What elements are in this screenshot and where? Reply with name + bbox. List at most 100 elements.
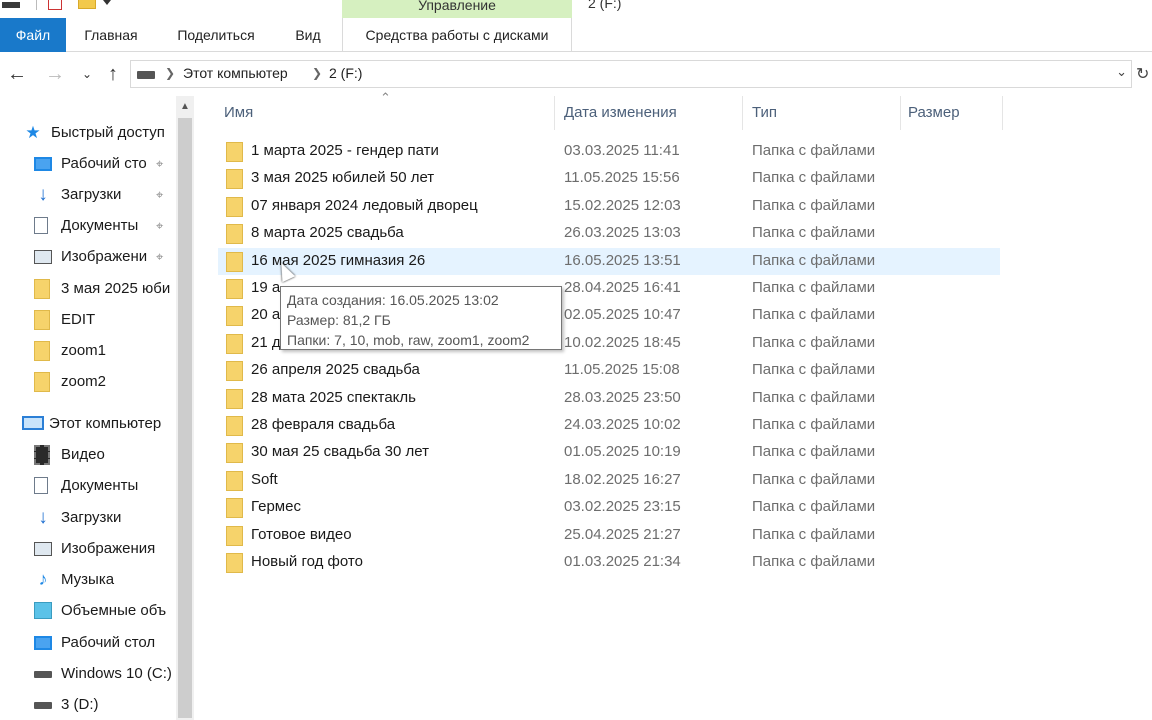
file-row[interactable]: Soft 18.02.2025 16:27 Папка с файлами — [218, 467, 1000, 494]
column-header-date[interactable]: Дата изменения — [564, 96, 677, 130]
documents-icon — [34, 217, 48, 234]
drive-icon — [34, 702, 52, 709]
file-row[interactable]: 26 апреля 2025 свадьба 11.05.2025 15:08 Па… — [218, 357, 1000, 384]
new-folder-icon[interactable] — [78, 0, 96, 9]
folder-icon — [226, 416, 243, 436]
pin-icon[interactable]: ⌖ — [156, 156, 163, 172]
file-type: Папка с файлами — [752, 279, 876, 296]
tab-share[interactable]: Поделиться — [160, 18, 272, 52]
navigation-pane: ★ Быстрый доступ Рабочий сто ⌖ ↓ Загрузки ⌖ Док… — [0, 96, 176, 720]
file-row[interactable]: Готовое видео 25.04.2025 21:27 Папка с фай… — [218, 522, 1000, 549]
folder-icon — [34, 372, 50, 392]
sidebar-item[interactable]: Рабочий стол — [0, 628, 176, 658]
folder-icon — [226, 142, 243, 162]
sidebar-item-label: Рабочий стол — [61, 634, 156, 651]
folder-icon — [226, 196, 243, 217]
address-dropdown-icon[interactable]: ⌄ — [1116, 64, 1127, 80]
file-type: Папка с файлами — [752, 553, 876, 570]
sidebar-item[interactable]: ♪ Музыка — [0, 565, 176, 595]
column-divider[interactable] — [742, 96, 743, 130]
forward-arrow-icon[interactable]: → — [42, 60, 68, 88]
tab-file[interactable]: Файл — [0, 18, 66, 52]
folder-icon — [226, 470, 243, 491]
sidebar-item[interactable]: zoom1 — [0, 336, 176, 366]
sidebar-item[interactable]: 3 (D:) — [0, 690, 176, 720]
file-type: Папка с файлами — [752, 416, 876, 433]
file-type: Папка с файлами — [752, 361, 876, 379]
breadcrumb-chevron-icon[interactable]: ❯ — [165, 66, 175, 80]
file-row[interactable]: Новый год фото 01.03.2025 21:34 Папка с фа… — [218, 549, 1000, 576]
file-row[interactable]: 8 марта 2025 свадьба 26.03.2025 13:03 Папк… — [218, 220, 1000, 247]
sidebar-item[interactable]: Документы — [0, 471, 176, 501]
file-date-modified: 10.02.2025 18:45 — [564, 333, 681, 351]
file-name: Soft — [251, 470, 278, 488]
sidebar-item[interactable]: Windows 10 (C:) — [0, 659, 176, 689]
up-arrow-icon[interactable]: ↑ — [100, 60, 126, 88]
sidebar-item[interactable]: Видео — [0, 440, 176, 470]
file-date-modified: 16.05.2025 13:51 — [564, 251, 681, 269]
file-row[interactable]: 30 мая 25 свадьба 30 лет 01.05.2025 10:19… — [218, 439, 1000, 466]
breadcrumb-chevron-icon[interactable]: ❯ — [312, 66, 322, 80]
pin-icon[interactable]: ⌖ — [156, 218, 163, 234]
file-row[interactable]: 3 мая 2025 юбилей 50 лет 11.05.2025 15:56… — [218, 165, 1000, 192]
file-row[interactable]: 1 марта 2025 - гендер пати 03.03.2025 11:… — [218, 138, 1000, 165]
folder-icon — [226, 553, 243, 573]
navigation-pane-scrollbar[interactable]: ▲ — [176, 96, 194, 720]
sidebar-item-label: Документы — [61, 477, 139, 494]
column-header-name[interactable]: Имя — [224, 96, 554, 130]
drive-icon — [34, 671, 52, 678]
properties-icon[interactable] — [2, 2, 20, 8]
sidebar-item[interactable]: Изображени ⌖ — [0, 242, 176, 272]
sidebar-item[interactable]: Изображения — [0, 534, 176, 564]
sidebar-item[interactable]: ↓ Загрузки — [0, 503, 176, 533]
sidebar-item[interactable]: ★ Быстрый доступ — [0, 118, 176, 148]
breadcrumb-this-pc[interactable]: Этот компьютер — [183, 65, 288, 81]
sidebar-item[interactable]: Рабочий сто ⌖ — [0, 149, 176, 179]
scrollbar-thumb[interactable] — [178, 118, 192, 718]
column-header-type[interactable]: Тип — [752, 96, 777, 130]
address-bar[interactable]: ❯ Этот компьютер ❯ 2 (F:) ⌄ — [130, 60, 1132, 88]
drive-icon — [137, 71, 155, 79]
customize-toolbar-chevron-icon[interactable] — [103, 0, 111, 5]
3d-objects-icon — [34, 602, 52, 619]
sidebar-item[interactable]: ↓ Загрузки ⌖ — [0, 180, 176, 210]
tab-disk-tools[interactable]: Средства работы с дисками — [342, 18, 572, 52]
file-date-modified: 01.03.2025 21:34 — [564, 553, 681, 570]
manage-context-tab[interactable]: Управление — [342, 0, 572, 18]
refresh-icon[interactable]: ↻ — [1136, 64, 1152, 84]
folder-icon — [226, 279, 243, 299]
sidebar-item[interactable]: Объемные объ — [0, 596, 176, 626]
sidebar-item-label: 3 мая 2025 юби — [61, 280, 171, 297]
file-row[interactable]: Гермес 03.02.2025 23:15 Папка с файлами — [218, 494, 1000, 521]
sidebar-item[interactable]: EDIT — [0, 305, 176, 335]
file-date-modified: 28.03.2025 23:50 — [564, 388, 681, 406]
sidebar-item[interactable]: Документы ⌖ — [0, 211, 176, 241]
column-divider[interactable] — [900, 96, 901, 130]
column-divider[interactable] — [1002, 96, 1003, 130]
sidebar-item[interactable]: Этот компьютер — [0, 409, 176, 439]
checkbox-icon[interactable] — [48, 0, 62, 10]
pin-icon[interactable]: ⌖ — [156, 249, 163, 265]
recent-locations-chevron-icon[interactable]: ⌄ — [74, 60, 100, 88]
sidebar-item-label: Быстрый доступ — [51, 124, 165, 141]
sidebar-item-label: Windows 10 (C:) — [61, 665, 172, 682]
file-date-modified: 18.02.2025 16:27 — [564, 470, 681, 488]
folder-icon — [226, 388, 243, 409]
file-type: Папка с файлами — [752, 498, 876, 516]
sidebar-item[interactable]: zoom2 — [0, 367, 176, 397]
column-header-size[interactable]: Размер — [908, 96, 960, 130]
tab-view[interactable]: Вид — [278, 18, 338, 52]
breadcrumb-drive[interactable]: 2 (F:) — [329, 65, 362, 81]
tab-home[interactable]: Главная — [66, 18, 156, 52]
scroll-up-icon[interactable]: ▲ — [176, 96, 194, 118]
file-row[interactable]: 28 мата 2025 спектакль 28.03.2025 23:50 Па… — [218, 385, 1000, 412]
file-row[interactable]: 16 мая 2025 гимназия 26 16.05.2025 13:51 П… — [218, 247, 1000, 275]
file-row[interactable]: 28 февраля свадьба 24.03.2025 10:02 Папка … — [218, 412, 1000, 439]
file-row[interactable]: 07 января 2024 ледовый дворец 15.02.2025 … — [218, 193, 1000, 220]
column-divider[interactable] — [554, 96, 555, 130]
file-list: ⌃ Имя Дата изменения Тип Размер 1 марта … — [196, 90, 1152, 720]
quick-access-star-icon: ★ — [25, 123, 41, 142]
sidebar-item[interactable]: 3 мая 2025 юби — [0, 274, 176, 304]
pin-icon[interactable]: ⌖ — [156, 187, 163, 203]
back-arrow-icon[interactable]: ← — [4, 60, 30, 88]
